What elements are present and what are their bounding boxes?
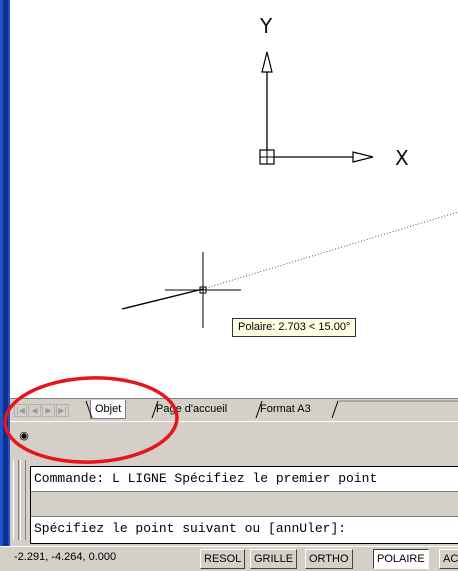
rubber-band-line [202, 211, 458, 290]
ucs-y-label: Y [260, 14, 273, 38]
drawing-canvas[interactable]: Y X Polaire: 2.703 < 15.00° [10, 0, 458, 398]
tab-divider [331, 400, 339, 419]
accrobj-button[interactable]: AC [439, 549, 458, 569]
layout-tab-strip: |◀ ◀ ▶ ▶| Objet Page d'accueil Format A3 [10, 398, 458, 421]
crosshair-cursor [165, 252, 241, 328]
command-window: Commande: L LIGNE Spécifiez le premier p… [10, 452, 458, 546]
tab-dividers [85, 400, 458, 419]
drawing-svg [121, 51, 458, 328]
status-bar: -2.291, -4.264, 0.000 RESOL GRILLE ORTHO… [0, 546, 458, 571]
coordinate-readout: -2.291, -4.264, 0.000 [14, 551, 117, 563]
eye-icon[interactable]: ◉ [17, 429, 31, 443]
tab-divider [85, 400, 93, 419]
tab-divider [255, 400, 263, 419]
line-segment[interactable] [121, 288, 204, 310]
ucs-x-arrow [352, 151, 374, 163]
command-prompt-line[interactable]: Spécifiez le point suivant ou [annUler]: [34, 521, 346, 536]
ucs-icon [259, 51, 374, 165]
ortho-button[interactable]: ORTHO [305, 549, 353, 569]
toolbar: ◉ [10, 421, 458, 453]
ucs-y-arrow [261, 51, 273, 73]
command-history-line: Commande: L LIGNE Spécifiez le premier p… [34, 471, 378, 486]
command-grip-2[interactable] [20, 460, 26, 540]
resol-button[interactable]: RESOL [200, 549, 246, 569]
window-frame-edge [3, 0, 8, 570]
command-output[interactable]: Commande: L LIGNE Spécifiez le premier p… [30, 466, 458, 544]
window-frame-left [0, 0, 10, 570]
ucs-x-label: X [395, 146, 409, 170]
tab-divider [151, 400, 159, 419]
polar-tooltip: Polaire: 2.703 < 15.00° [232, 318, 357, 337]
command-separator [31, 491, 458, 517]
grille-button[interactable]: GRILLE [250, 549, 298, 569]
polaire-button[interactable]: POLAIRE [373, 549, 429, 569]
command-grip[interactable] [13, 460, 19, 540]
